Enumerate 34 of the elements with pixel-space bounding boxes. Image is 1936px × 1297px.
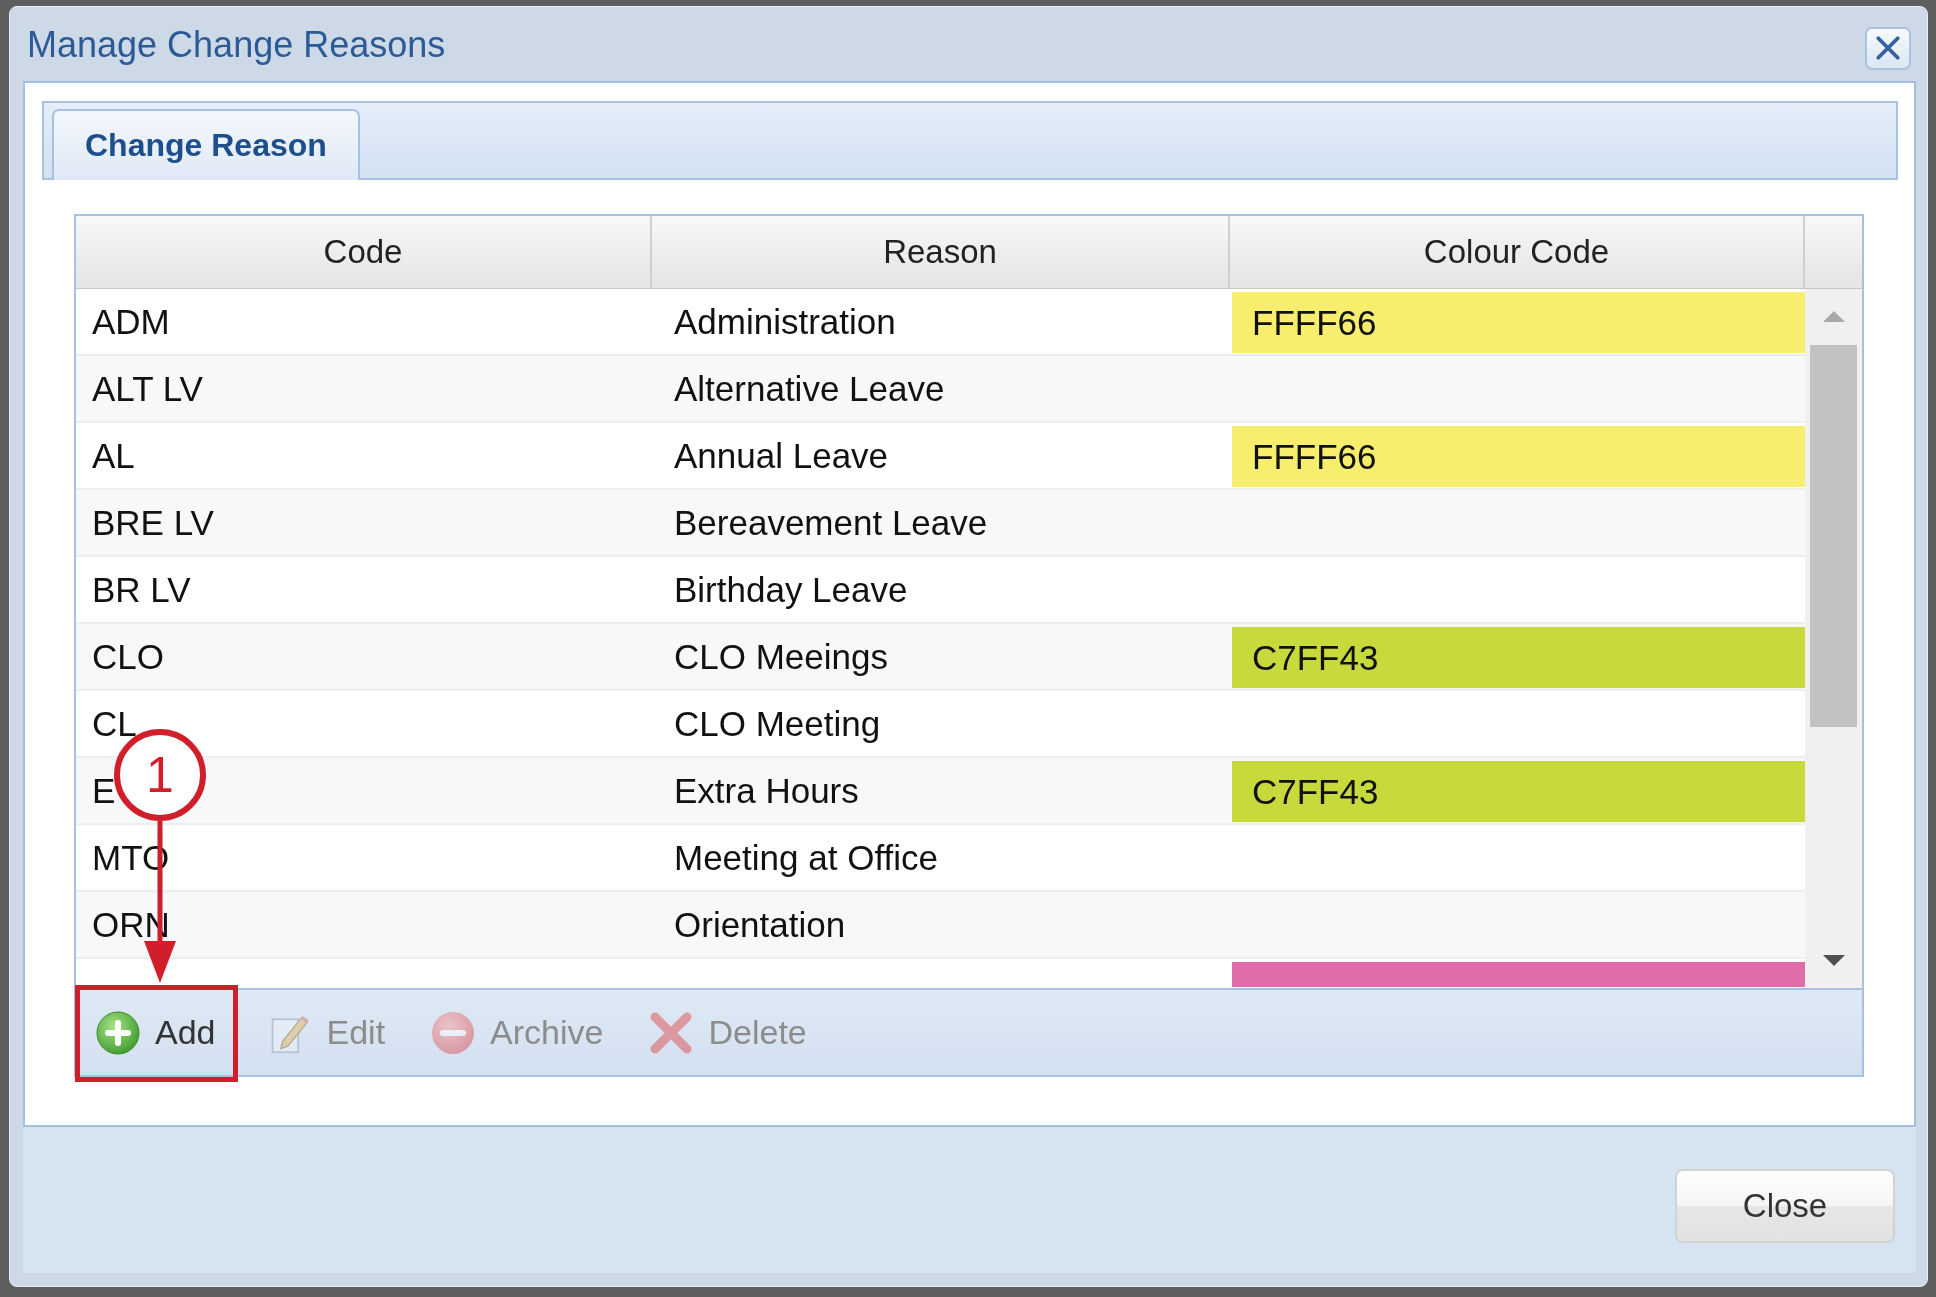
reason-text: Extra Hours (674, 770, 859, 811)
window-title: Manage Change Reasons (27, 24, 446, 66)
reason-text: Alternative Leave (674, 368, 945, 409)
reason-text: Annual Leave (674, 435, 889, 476)
close-button[interactable]: Close (1675, 1169, 1895, 1243)
colour-code-cell: C7FF43 (1232, 627, 1805, 688)
colour-code-cell: FFFF66 (1232, 292, 1805, 353)
scrollbar-track[interactable] (1805, 289, 1862, 988)
scrollbar-thumb[interactable] (1810, 345, 1857, 727)
tab[interactable]: Change Reason (52, 109, 360, 180)
cross-icon (649, 1010, 694, 1055)
code-text: BR LV (92, 569, 191, 610)
reason-text: Birthday Leave (674, 569, 908, 610)
colour-code-cell: C7FF43 (1232, 761, 1805, 822)
reason-text: CLO Meeings (674, 636, 888, 677)
plus-circle-icon (96, 1010, 140, 1055)
code-text: CLO (92, 636, 164, 677)
add-button[interactable]: Add (86, 1006, 232, 1059)
close-icon (1875, 35, 1901, 61)
code-text: BRE LV (92, 502, 214, 543)
window-close-button[interactable] (1865, 26, 1911, 70)
scroll-down-icon[interactable] (1822, 955, 1845, 966)
code-text: E (92, 770, 116, 811)
code-text: AL (92, 435, 135, 476)
code-text: ADM (92, 301, 170, 342)
reason-text: CLO Meeting (674, 703, 881, 744)
reason-text: Administration (674, 301, 896, 342)
minus-circle-icon (431, 1010, 476, 1055)
colour-code-cell: FFFF66 (1232, 426, 1805, 487)
code-text: ALT LV (92, 368, 203, 409)
reason-text: Orientation (674, 904, 846, 945)
scroll-up-icon[interactable] (1822, 311, 1845, 322)
reason-text: Bereavement Leave (674, 502, 988, 543)
reason-text: Meeting at Office (674, 837, 938, 878)
